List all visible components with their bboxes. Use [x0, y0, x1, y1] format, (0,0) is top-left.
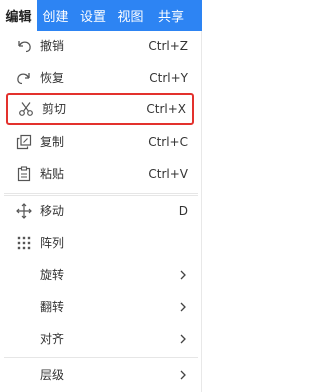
- menu-divider: [4, 357, 198, 358]
- menu-item-label: 翻转: [40, 300, 65, 314]
- menu-item-flip[interactable]: 翻转: [4, 291, 196, 323]
- menu-item-label: 移动: [40, 204, 65, 218]
- menu-item-shortcut: D: [178, 204, 188, 218]
- menu-item-rotate[interactable]: 旋转: [4, 259, 196, 291]
- menu-item-align[interactable]: 对齐: [4, 323, 196, 355]
- menu-item-label: 阵列: [40, 236, 65, 250]
- menu-item-array[interactable]: 阵列: [4, 227, 196, 259]
- menu-item-layer[interactable]: 层级: [4, 359, 196, 391]
- array-icon: [17, 236, 31, 250]
- menu-item-label: 层级: [40, 368, 65, 382]
- menu-divider: [4, 193, 198, 194]
- menu-item-label: 旋转: [40, 268, 65, 282]
- chevron-right-icon: [180, 334, 186, 344]
- chevron-right-icon: [180, 370, 186, 380]
- chevron-right-icon: [180, 302, 186, 312]
- chevron-right-icon: [180, 270, 186, 280]
- menu-item-move[interactable]: 移动 D: [4, 195, 196, 227]
- menu-item-label: 对齐: [40, 332, 65, 346]
- move-icon: [16, 203, 32, 219]
- menu-lower-section: 移动 D 阵列旋转翻转对齐层级: [0, 0, 202, 392]
